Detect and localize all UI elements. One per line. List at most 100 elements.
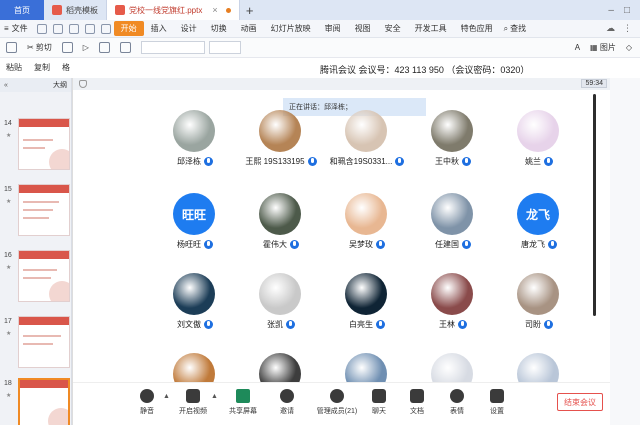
ribbon-tab-design[interactable]: 设计: [174, 23, 204, 34]
tab-home[interactable]: 首页: [0, 0, 44, 20]
ribbon-tab-features[interactable]: 特色应用: [454, 23, 500, 34]
home-toolbar: ✂ 剪切 ▷ A ▦ 图片 ◇: [0, 38, 640, 58]
file-menu-label: 文件: [11, 24, 28, 33]
video-button[interactable]: 开启视频: [171, 389, 215, 416]
control-label: 表情: [450, 408, 464, 415]
more-icon[interactable]: ⋮: [623, 23, 632, 34]
ribbon-search[interactable]: ⌕ 查找: [504, 23, 526, 34]
share-screen-button[interactable]: 共享屏幕: [221, 389, 265, 416]
shapes-icon[interactable]: ◇: [626, 43, 632, 52]
microphone-icon: [395, 157, 405, 166]
tab-close-icon[interactable]: ×: [212, 5, 217, 15]
slide-preview: [18, 250, 70, 302]
settings-button[interactable]: 设置: [475, 389, 519, 416]
font-size-select[interactable]: [208, 41, 241, 54]
avatar: 龙飞: [517, 193, 559, 235]
slide-preview: [18, 118, 70, 170]
participant-name-row: 王中秋: [407, 156, 499, 167]
cloud-icon[interactable]: ☁: [606, 23, 615, 34]
participant-name-row: 白亮生: [321, 319, 413, 330]
picture-label: 图片: [599, 43, 616, 52]
avatar: [173, 110, 215, 152]
participant-name-row: 刘文傲: [149, 319, 241, 330]
animation-star-icon: ★: [6, 133, 12, 139]
shield-icon[interactable]: [79, 80, 87, 88]
participant-name: 唐龙飞: [521, 240, 545, 249]
print-icon[interactable]: [68, 23, 79, 34]
undo-icon[interactable]: [84, 23, 95, 34]
new-slide-button[interactable]: [98, 42, 110, 53]
audio-options-icon[interactable]: ▲: [163, 393, 170, 400]
avatar: [517, 273, 559, 315]
microphone-icon: [544, 320, 553, 329]
meeting-id-info: 腾讯会议 会议号：423 113 950 （会议密码：0320）: [320, 65, 530, 75]
microphone-icon: [376, 320, 385, 329]
file-menu[interactable]: ≡ 文件: [4, 23, 34, 34]
ribbon-tab-view[interactable]: 视图: [348, 23, 378, 34]
ribbon-tab-home[interactable]: 开始: [113, 21, 144, 36]
ribbon-tab-transition[interactable]: 切换: [204, 23, 234, 34]
slide-thumbnail[interactable]: 14 ★: [4, 118, 70, 172]
microphone-icon: [290, 240, 299, 249]
maximize-icon[interactable]: □: [624, 5, 630, 16]
participant-scrollbar[interactable]: [593, 94, 596, 316]
tab-templates[interactable]: 稻壳模板: [44, 0, 107, 20]
end-meeting-button[interactable]: 结束会议: [557, 393, 603, 411]
paste-button[interactable]: [6, 42, 17, 53]
font-name-select[interactable]: [140, 41, 205, 54]
save-icon[interactable]: [52, 23, 63, 34]
control-label: 聊天: [372, 408, 386, 415]
emoji-button[interactable]: 表情: [435, 389, 479, 416]
ribbon-tab-animation[interactable]: 动画: [234, 23, 264, 34]
meeting-window: 59:34 正在讲话：邱泽栋； 邱泽栋 王熙 19S133195 和珮含19S033…: [72, 78, 611, 425]
ribbon-tab-developer[interactable]: 开发工具: [408, 23, 454, 34]
participant-name: 杨旺旺: [177, 240, 201, 249]
clipboard-labels: 粘贴 复制 格: [6, 62, 70, 73]
slide-thumbnail[interactable]: 17 ★: [4, 316, 70, 370]
paste-icon: [6, 42, 17, 53]
minimize-icon[interactable]: –: [608, 5, 614, 16]
slide-thumbnail-selected[interactable]: 18 ★: [4, 378, 70, 425]
docer-icon: [52, 5, 62, 15]
slide-preview: [18, 378, 70, 425]
participant-name: 王林: [439, 320, 455, 329]
participant-name-row: 邱泽栋: [149, 156, 241, 167]
search-icon: ⌕: [503, 23, 509, 33]
play-button[interactable]: ▷: [83, 43, 89, 52]
textbox-icon[interactable]: A: [575, 43, 580, 52]
open-icon[interactable]: [36, 23, 47, 34]
reset-button[interactable]: [119, 42, 131, 53]
avatar: [517, 110, 559, 152]
ribbon-right-tools: ☁ ⋮: [606, 23, 640, 34]
share-screen-icon: [236, 389, 250, 403]
meeting-timer: 59:34: [581, 79, 607, 88]
ribbon-tab-review[interactable]: 审阅: [318, 23, 348, 34]
cut-button[interactable]: ✂ 剪切: [27, 42, 52, 53]
avatar: [259, 193, 301, 235]
tab-presentation[interactable]: 党校一线党旗红.pptx ×: [107, 0, 240, 20]
participant-name-row: 司盼: [493, 319, 585, 330]
redo-icon[interactable]: [100, 23, 111, 34]
animation-star-icon: ★: [6, 393, 12, 399]
picture-button[interactable]: ▦ 图片: [590, 42, 616, 53]
scissors-icon: ✂: [27, 43, 34, 52]
video-options-icon[interactable]: ▲: [211, 393, 218, 400]
copy-label[interactable]: 复制: [34, 62, 50, 73]
invite-button[interactable]: 邀请: [265, 389, 309, 416]
video-camera-icon: [186, 389, 200, 403]
new-tab-button[interactable]: +: [240, 0, 260, 20]
ribbon-tab-insert[interactable]: 插入: [144, 23, 174, 34]
ribbon-tab-slideshow[interactable]: 幻灯片放映: [264, 23, 318, 34]
document-button[interactable]: 文档: [395, 389, 439, 416]
format-painter-button[interactable]: [61, 42, 73, 53]
collapse-icon[interactable]: «: [4, 82, 8, 89]
outline-tab[interactable]: 大纲: [53, 80, 67, 90]
slide-thumbnail[interactable]: 15 ★: [4, 184, 70, 238]
slide-thumbnail[interactable]: 16 ★: [4, 250, 70, 304]
members-icon: [330, 389, 344, 403]
ribbon-tabs: ≡ 文件 开始 插入 设计 切换 动画 幻灯片放映 审阅 视图 安全 开发工具 …: [0, 20, 640, 38]
microphone-icon: [462, 157, 471, 166]
control-label: 静音: [140, 408, 154, 415]
ribbon-tab-security[interactable]: 安全: [378, 23, 408, 34]
slide-number: 18: [4, 380, 12, 387]
